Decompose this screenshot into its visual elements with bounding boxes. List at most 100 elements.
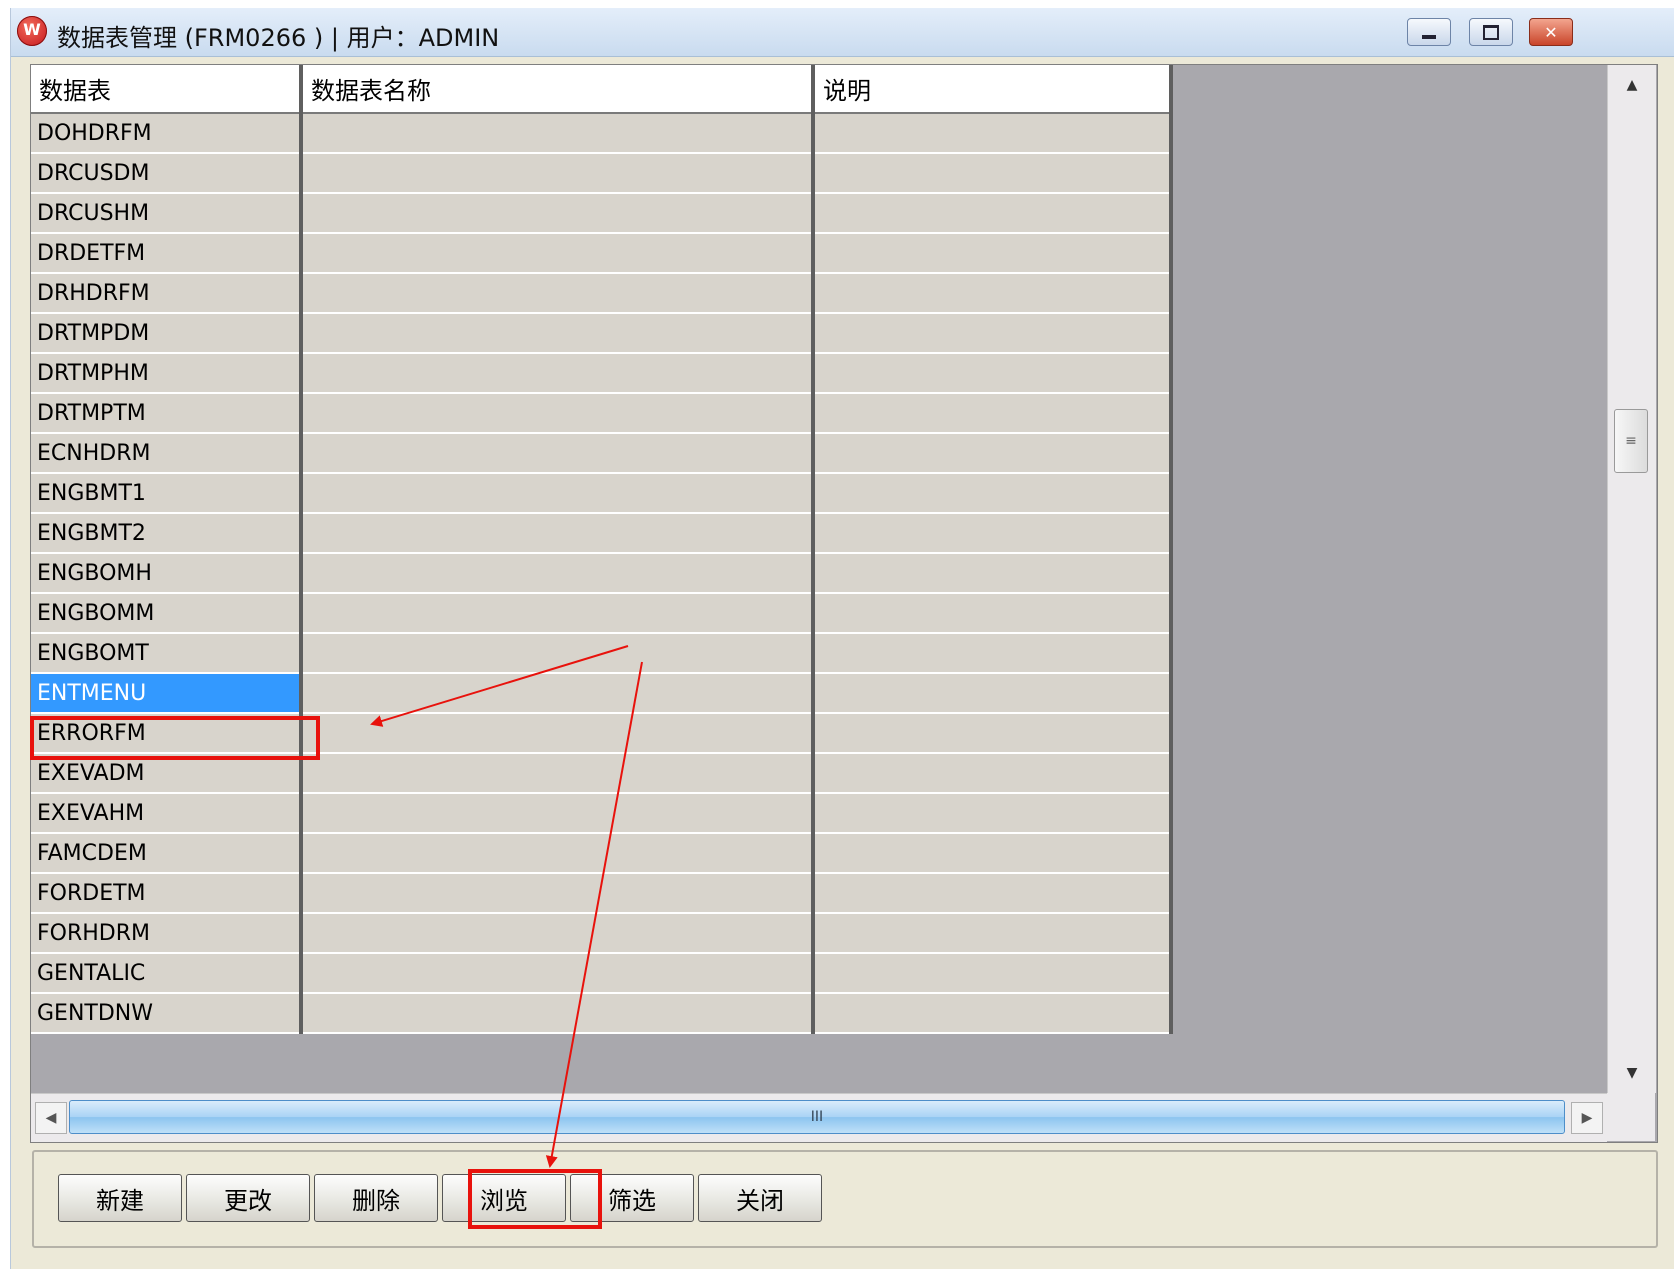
- cell-table[interactable]: FORHDRM: [31, 913, 303, 954]
- cell-table[interactable]: DRTMPDM: [31, 313, 303, 354]
- table-row[interactable]: DRDETFM: [31, 233, 1173, 274]
- cell-table-name[interactable]: [301, 473, 815, 514]
- table-row[interactable]: ENGBOMH: [31, 553, 1173, 594]
- new-button[interactable]: 新建: [58, 1174, 182, 1222]
- cell-table[interactable]: GENTALIC: [31, 953, 303, 994]
- vertical-scrollbar[interactable]: ▲ ≡ ▼: [1607, 65, 1656, 1093]
- cell-table-name[interactable]: [301, 753, 815, 794]
- cell-table-name[interactable]: [301, 713, 815, 754]
- table-row[interactable]: DRCUSHM: [31, 193, 1173, 234]
- cell-description[interactable]: [813, 673, 1173, 714]
- cell-table-name[interactable]: [301, 513, 815, 554]
- cell-description[interactable]: [813, 913, 1173, 954]
- cell-table-name[interactable]: [301, 193, 815, 234]
- cell-description[interactable]: [813, 953, 1173, 994]
- table-row[interactable]: ENTMENU: [31, 673, 1173, 714]
- cell-table[interactable]: DRTMPHM: [31, 353, 303, 394]
- table-row[interactable]: EXEVAHM: [31, 793, 1173, 834]
- cell-table-name[interactable]: [301, 393, 815, 434]
- horizontal-scrollbar[interactable]: ◀ III ▶: [31, 1093, 1607, 1142]
- close-window-button[interactable]: ✕: [1529, 18, 1573, 46]
- table-row[interactable]: DRCUSDM: [31, 153, 1173, 194]
- edit-button[interactable]: 更改: [186, 1174, 310, 1222]
- table-row[interactable]: DRHDRFM: [31, 273, 1173, 314]
- cell-description[interactable]: [813, 273, 1173, 314]
- minimize-button[interactable]: [1407, 18, 1451, 46]
- cell-table-name[interactable]: [301, 673, 815, 714]
- cell-description[interactable]: [813, 593, 1173, 634]
- cell-table-name[interactable]: [301, 953, 815, 994]
- delete-button[interactable]: 删除: [314, 1174, 438, 1222]
- table-row[interactable]: ECNHDRM: [31, 433, 1173, 474]
- table-row[interactable]: FORHDRM: [31, 913, 1173, 954]
- column-header-description[interactable]: 说明: [813, 65, 1173, 114]
- cell-table[interactable]: ENGBMT1: [31, 473, 303, 514]
- horizontal-scroll-thumb[interactable]: III: [69, 1100, 1565, 1134]
- cell-description[interactable]: [813, 713, 1173, 754]
- table-row[interactable]: DRTMPTM: [31, 393, 1173, 434]
- cell-description[interactable]: [813, 553, 1173, 594]
- cell-description[interactable]: [813, 473, 1173, 514]
- vertical-scroll-thumb[interactable]: ≡: [1614, 409, 1648, 473]
- cell-table-name[interactable]: [301, 873, 815, 914]
- cell-table[interactable]: DRHDRFM: [31, 273, 303, 314]
- table-row[interactable]: FAMCDEM: [31, 833, 1173, 874]
- cell-table[interactable]: DRCUSHM: [31, 193, 303, 234]
- cell-description[interactable]: [813, 873, 1173, 914]
- cell-table[interactable]: ECNHDRM: [31, 433, 303, 474]
- cell-table[interactable]: DOHDRFM: [31, 113, 303, 154]
- cell-table-name[interactable]: [301, 233, 815, 274]
- scroll-up-icon[interactable]: ▲: [1616, 67, 1648, 103]
- table-row[interactable]: GENTALIC: [31, 953, 1173, 994]
- column-header-table[interactable]: 数据表: [31, 65, 303, 114]
- scroll-left-icon[interactable]: ◀: [35, 1102, 67, 1134]
- table-row[interactable]: DRTMPHM: [31, 353, 1173, 394]
- cell-table[interactable]: FAMCDEM: [31, 833, 303, 874]
- cell-table-name[interactable]: [301, 353, 815, 394]
- table-row[interactable]: ENGBOMM: [31, 593, 1173, 634]
- cell-table-name[interactable]: [301, 913, 815, 954]
- close-button[interactable]: 关闭: [698, 1174, 822, 1222]
- table-row[interactable]: ENGBMT1: [31, 473, 1173, 514]
- cell-description[interactable]: [813, 353, 1173, 394]
- cell-table[interactable]: DRTMPTM: [31, 393, 303, 434]
- cell-table-name[interactable]: [301, 313, 815, 354]
- cell-table[interactable]: ENGBMT2: [31, 513, 303, 554]
- cell-description[interactable]: [813, 833, 1173, 874]
- cell-description[interactable]: [813, 513, 1173, 554]
- table-row[interactable]: ENGBOMT: [31, 633, 1173, 674]
- cell-table-name[interactable]: [301, 593, 815, 634]
- cell-table-name[interactable]: [301, 553, 815, 594]
- cell-description[interactable]: [813, 433, 1173, 474]
- maximize-button[interactable]: [1469, 18, 1513, 46]
- cell-description[interactable]: [813, 313, 1173, 354]
- column-header-table-name[interactable]: 数据表名称: [301, 65, 815, 114]
- cell-table[interactable]: ENGBOMM: [31, 593, 303, 634]
- table-row[interactable]: FORDETM: [31, 873, 1173, 914]
- cell-table-name[interactable]: [301, 633, 815, 674]
- cell-description[interactable]: [813, 993, 1173, 1034]
- cell-table-name[interactable]: [301, 793, 815, 834]
- cell-table-name[interactable]: [301, 433, 815, 474]
- title-bar[interactable]: W 数据表管理 (FRM0266 ) | 用户：ADMIN ✕: [11, 8, 1674, 57]
- cell-description[interactable]: [813, 193, 1173, 234]
- cell-description[interactable]: [813, 793, 1173, 834]
- cell-table[interactable]: DRCUSDM: [31, 153, 303, 194]
- table-row[interactable]: ENGBMT2: [31, 513, 1173, 554]
- cell-table[interactable]: ENGBOMH: [31, 553, 303, 594]
- cell-description[interactable]: [813, 233, 1173, 274]
- cell-table[interactable]: ENTMENU: [31, 673, 303, 714]
- cell-table[interactable]: GENTDNW: [31, 993, 303, 1034]
- cell-description[interactable]: [813, 113, 1173, 154]
- cell-description[interactable]: [813, 153, 1173, 194]
- cell-description[interactable]: [813, 393, 1173, 434]
- cell-table-name[interactable]: [301, 113, 815, 154]
- cell-table[interactable]: FORDETM: [31, 873, 303, 914]
- data-grid[interactable]: 数据表 数据表名称 说明 DOHDRFM DRCUSDM DRCUSHM DRDETF…: [30, 64, 1658, 1143]
- scroll-right-icon[interactable]: ▶: [1571, 1102, 1603, 1134]
- cell-table[interactable]: EXEVAHM: [31, 793, 303, 834]
- cell-description[interactable]: [813, 633, 1173, 674]
- cell-description[interactable]: [813, 753, 1173, 794]
- cell-table-name[interactable]: [301, 993, 815, 1034]
- table-row[interactable]: GENTDNW: [31, 993, 1173, 1034]
